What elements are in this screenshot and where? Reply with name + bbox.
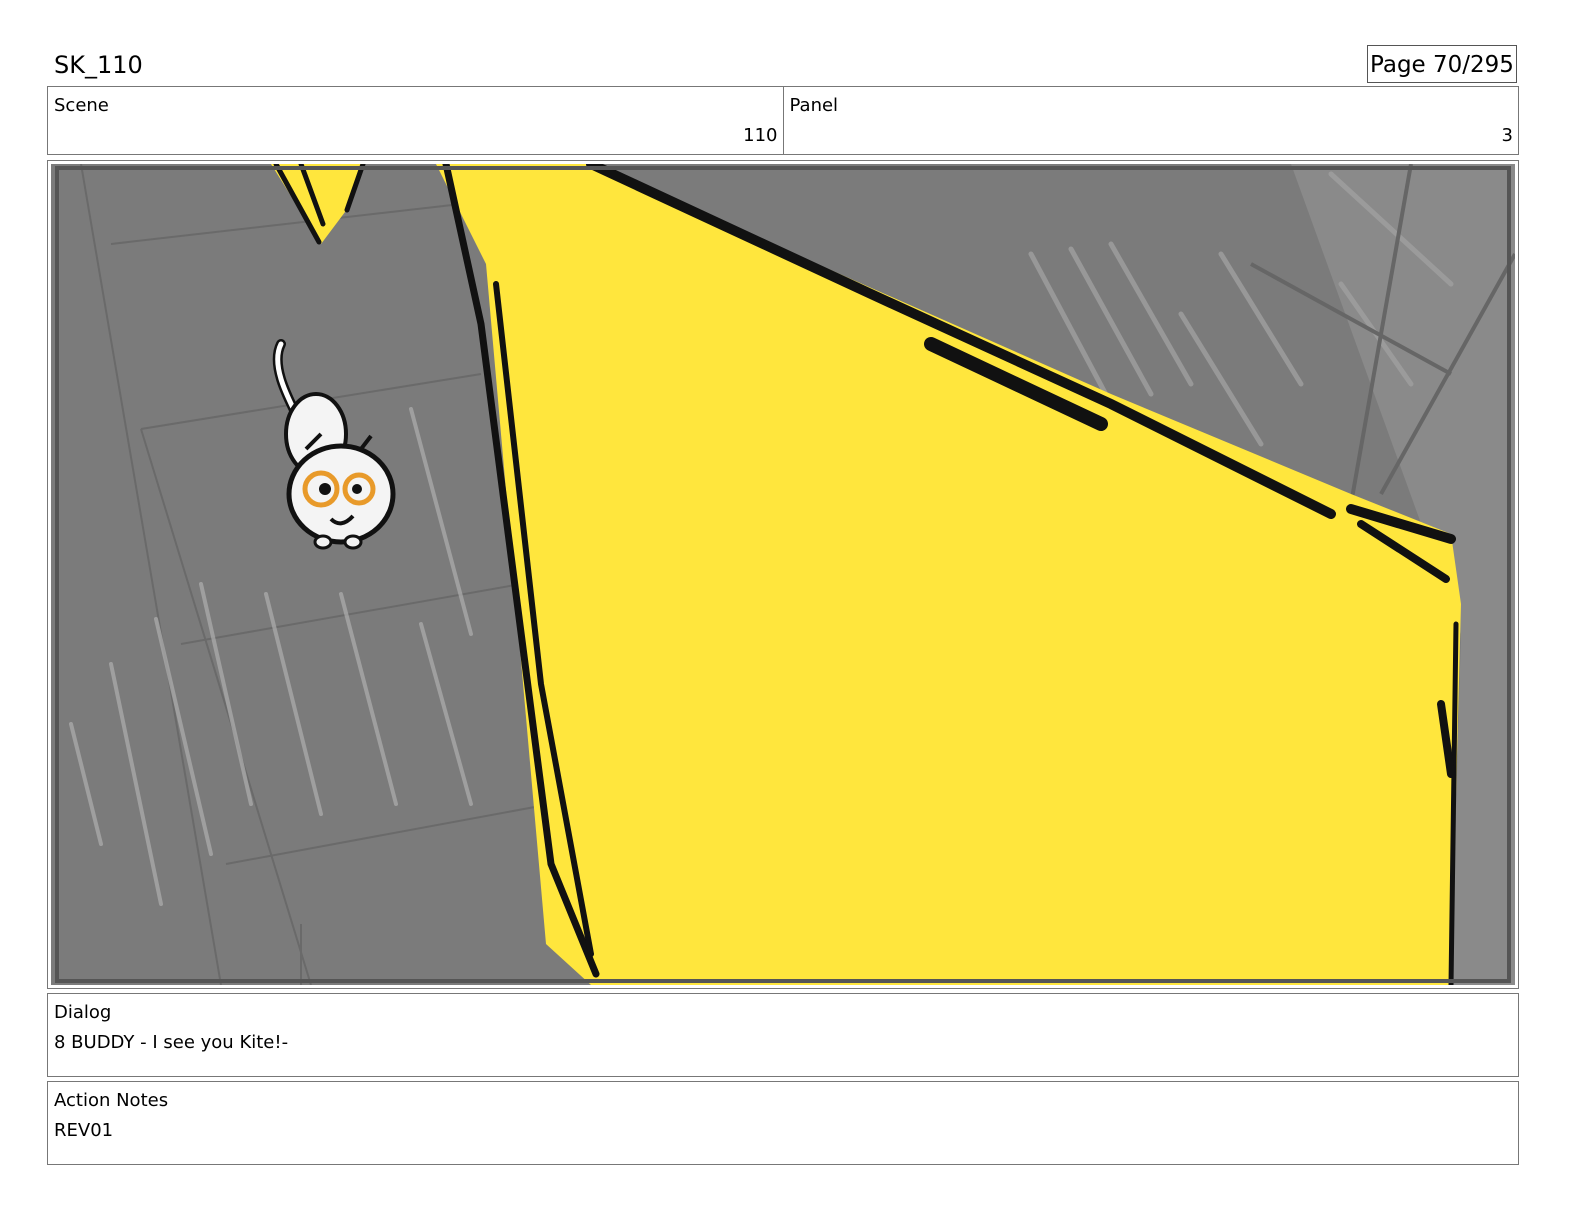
storyboard-image [51,164,1515,985]
sequence-title: SK_110 [54,51,143,79]
storyboard-frame [47,160,1519,989]
action-notes-box: Action Notes REV01 [47,1081,1519,1165]
dialog-box: Dialog 8 BUDDY - I see you Kite!- [47,993,1519,1077]
scene-cell: Scene 110 [48,87,783,154]
panel-label: Panel [789,95,839,116]
storyboard-drawing [51,164,1515,985]
dialog-label: Dialog [54,1002,112,1023]
page-counter: Page 70/295 [1367,45,1517,83]
scene-label: Scene [54,95,109,116]
panel-number: 3 [1501,125,1513,146]
panel-cell: Panel 3 [782,87,1519,154]
dialog-text: 8 BUDDY - I see you Kite!- [54,1032,289,1053]
scene-panel-row: Scene 110 Panel 3 [47,86,1519,155]
scene-number: 110 [743,125,778,146]
action-notes-label: Action Notes [54,1090,169,1111]
action-notes-text: REV01 [54,1120,114,1141]
